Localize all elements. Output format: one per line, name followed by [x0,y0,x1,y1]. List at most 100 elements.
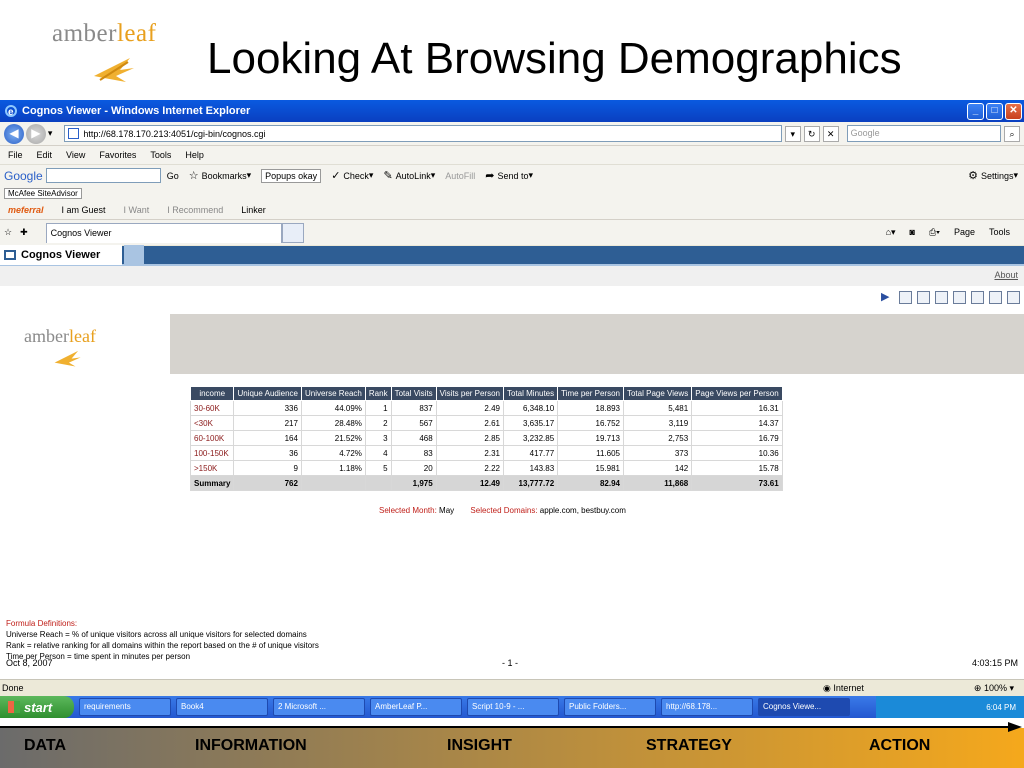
wand-icon: ✎ [383,170,393,182]
send-icon: ➦ [485,170,495,182]
income-cell[interactable]: 100-150K [189,445,235,461]
popups-button[interactable]: Popups okay [261,168,322,183]
address-text: http://68.178.170.213:4051/cgi-bin/cogno… [83,128,266,139]
address-input[interactable]: http://68.178.170.213:4051/cgi-bin/cogno… [64,125,782,142]
menu-view[interactable]: View [66,150,85,160]
taskbar: start requirements Book4 2 Microsoft ... Am… [0,696,1024,718]
menu-file[interactable]: File [8,150,23,160]
system-tray: 6:04 PM [876,696,1024,718]
table-header: income Unique Audience Universe Reach Rank T… [189,386,783,401]
stage-insight: INSIGHT [447,737,512,754]
taskbar-item[interactable]: Book4 [176,698,268,716]
new-tab-button[interactable] [281,222,304,243]
window-title: Cognos Viewer - Windows Internet Explore… [22,105,251,117]
value-cell: 16.752 [557,415,624,431]
zoom-control[interactable]: ⊕ 100% ▾ [974,683,1014,694]
selection-summary: Selected Month: May Selected Domains: ap… [379,506,626,515]
star-icon: ☆ [188,170,199,182]
run-report-icon[interactable]: ▶ [881,291,894,304]
meferral-logo[interactable]: meferral [8,205,44,215]
back-button[interactable]: ◀ [4,123,24,144]
value-cell: 16.79 [691,430,783,446]
linker-button[interactable]: Linker [241,205,266,215]
income-cell[interactable]: >150K [189,460,235,476]
mcafee-button[interactable]: McAfee SiteAdvisor [4,188,82,199]
close-button[interactable]: ✕ [1005,102,1022,120]
summary-cell: 73.61 [691,475,783,491]
bookmarks-button[interactable]: ☆ Bookmarks ▾ [189,169,251,182]
pdf-icon[interactable] [971,290,984,304]
column-header: Rank [364,386,392,401]
save-icon[interactable] [953,290,966,304]
summary-cell [364,475,392,491]
i-recommend-button[interactable]: I Recommend [167,205,223,215]
column-header: Time per Person [557,386,624,401]
taskbar-item[interactable]: http://68.178... [661,698,753,716]
home-icon[interactable]: ⌂▾ [886,227,896,238]
income-cell[interactable]: <30K [189,415,235,431]
stop-button[interactable]: ✕ [822,125,839,142]
value-cell: 14.37 [691,415,783,431]
add-favorites-icon[interactable]: ✚ [20,227,28,238]
autofill-button[interactable]: AutoFill [445,171,475,181]
google-toolbar: Google Go ☆ Bookmarks ▾ Popups okay ✓ Check… [0,164,1024,186]
tab-cognos-viewer[interactable]: Cognos Viewer [45,222,282,243]
report-date: Oct 8, 2007 [6,658,53,668]
income-cell[interactable]: 60-100K [189,430,235,446]
refresh-button[interactable]: ↻ [803,125,820,142]
leaf-icon [94,58,134,82]
drill-down-icon[interactable] [899,290,912,304]
i-want-button[interactable]: I Want [124,205,150,215]
tools-menu[interactable]: Tools [989,227,1010,238]
taskbar-item[interactable]: AmberLeaf P... [370,698,462,716]
value-cell: 15.78 [691,460,783,476]
menu-favorites[interactable]: Favorites [99,150,136,160]
value-cell: 837 [390,400,437,416]
search-icon[interactable]: ⌕ [1004,125,1021,142]
value-cell: 18.893 [557,400,624,416]
taskbar-item[interactable]: Script 10-9 - ... [467,698,559,716]
value-cell: 1.18% [300,460,366,476]
feeds-icon[interactable]: ◙ [910,227,915,238]
value-cell: 20 [390,460,437,476]
forward-button[interactable]: ▶ [25,123,46,144]
guest-button[interactable]: I am Guest [62,205,106,215]
value-cell: 4 [364,445,392,461]
logo-word-leaf: leaf [116,20,157,47]
maximize-button[interactable]: □ [986,102,1003,120]
summary-row: Summary 762 1,975 12.49 13,777.72 82.94 11,868… [189,475,783,491]
sendto-button[interactable]: ➦ Send to ▾ [485,169,533,182]
value-cell: 417.77 [502,445,559,461]
search-input[interactable]: Google [846,125,1002,142]
view-format-icon[interactable] [935,290,948,304]
favorites-star-icon[interactable]: ☆ [4,227,12,238]
autolink-button[interactable]: ✎ AutoLink ▾ [383,169,435,182]
menu-tools[interactable]: Tools [150,150,171,160]
column-header: Visits per Person [435,386,505,401]
minimize-button[interactable]: _ [967,102,984,120]
page-menu[interactable]: Page [954,227,975,238]
spellcheck-button[interactable]: ✓ Check ▾ [331,169,373,182]
start-button[interactable]: start [0,696,74,718]
drill-up-icon[interactable] [917,290,930,304]
xml-icon[interactable] [1007,290,1020,304]
taskbar-item[interactable]: Public Folders... [564,698,656,716]
taskbar-item[interactable]: requirements [79,698,171,716]
taskbar-item[interactable]: Cognos Viewe... [758,698,850,716]
go-button[interactable]: Go [167,171,179,181]
about-link[interactable]: About [994,270,1018,280]
menu-help[interactable]: Help [185,150,204,160]
excel-icon[interactable] [989,290,1002,304]
table-row: 60-100K 164 21.52% 3 468 2.85 3,232.85 19.713 2,… [189,430,783,446]
menu-edit[interactable]: Edit [37,150,53,160]
formula-title: Formula Definitions: [6,619,78,628]
income-cell[interactable]: 30-60K [189,400,235,416]
taskbar-item[interactable]: 2 Microsoft ... [273,698,365,716]
google-search-input[interactable] [45,168,161,183]
history-dropdown[interactable]: ▾ [48,128,53,139]
print-icon[interactable]: ⎙▾ [929,227,940,238]
settings-button[interactable]: ⚙ Settings ▾ [968,169,1018,182]
value-cell: 3,119 [622,415,693,431]
value-cell: 16.31 [691,400,783,416]
address-dropdown[interactable]: ▾ [784,125,801,142]
